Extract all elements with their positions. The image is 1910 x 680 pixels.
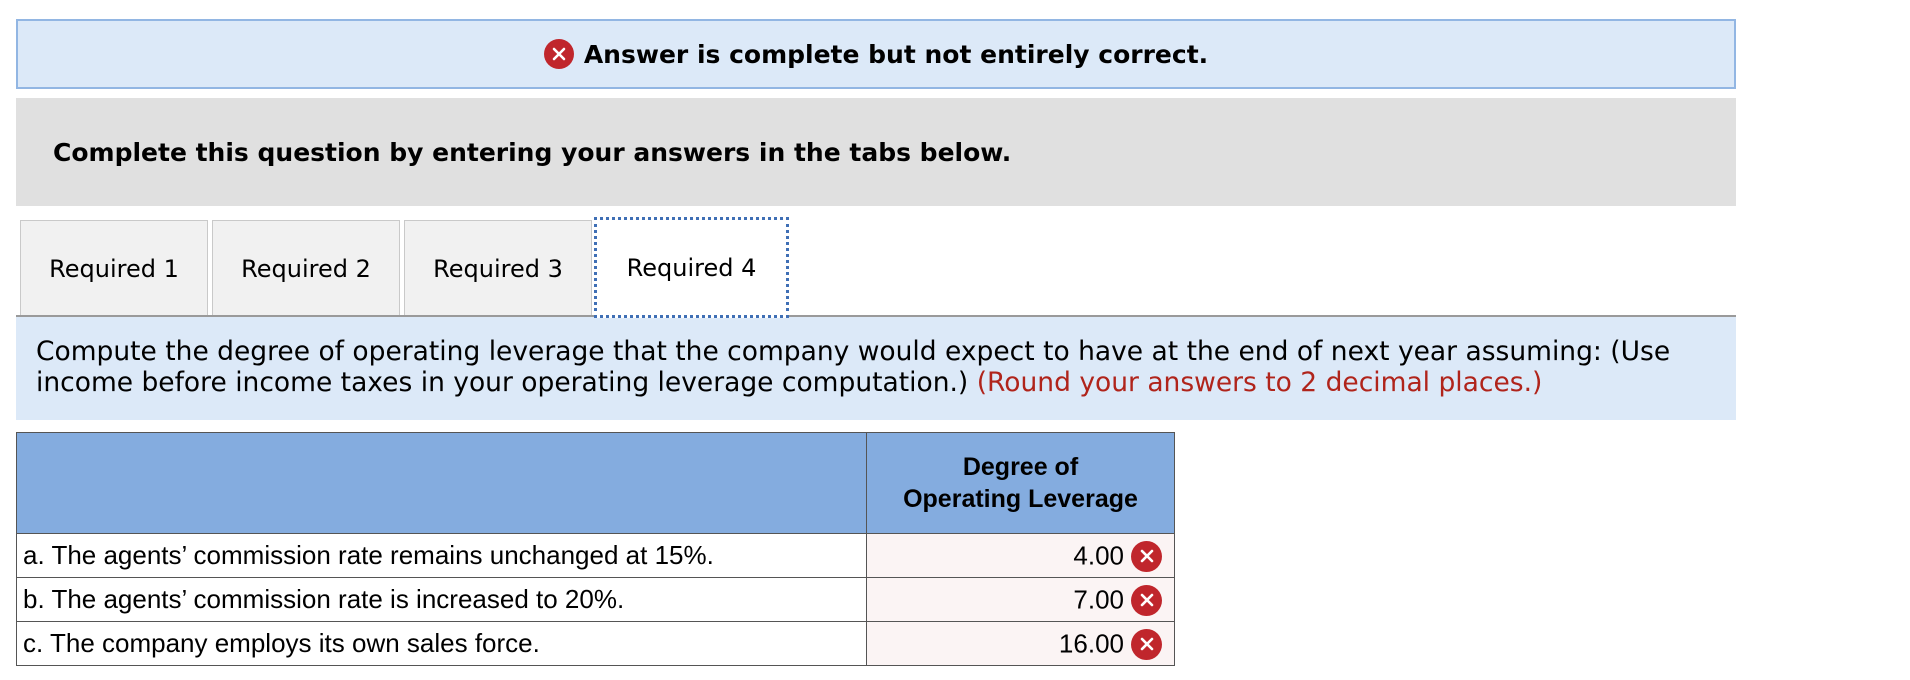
tab-required-2[interactable]: Required 2 <box>212 220 400 316</box>
answer-value: 4.00 <box>1073 540 1124 571</box>
answer-cell[interactable]: 16.00 <box>866 621 1175 666</box>
header-line-1: Degree of <box>962 453 1079 481</box>
answer-cell[interactable]: 7.00 <box>866 577 1175 622</box>
table-row: c. The company employs its own sales for… <box>16 621 1175 666</box>
x-circle-icon <box>1131 540 1162 572</box>
answer-value: 7.00 <box>1073 584 1124 615</box>
tab-label: Required 2 <box>241 254 371 283</box>
header-line-2: Operating Leverage <box>903 485 1138 513</box>
x-circle-icon <box>1131 584 1162 616</box>
result-banner: Answer is complete but not entirely corr… <box>16 19 1736 89</box>
table-row: b. The agents’ commission rate is increa… <box>16 577 1175 622</box>
table-row: a. The agents’ commission rate remains u… <box>16 533 1175 578</box>
rounding-note: (Round your answers to 2 decimal places.… <box>976 367 1543 398</box>
tab-required-1[interactable]: Required 1 <box>20 220 208 316</box>
row-label: c. The company employs its own sales for… <box>16 621 867 666</box>
question-panel: Compute the degree of operating leverage… <box>16 317 1736 420</box>
table-header-row: Degree of Operating Leverage <box>16 432 1175 534</box>
x-circle-icon <box>543 39 574 69</box>
tab-required-3[interactable]: Required 3 <box>404 220 592 316</box>
result-message: Answer is complete but not entirely corr… <box>583 39 1209 69</box>
header-empty-cell <box>16 432 867 534</box>
answer-value: 16.00 <box>1058 628 1124 659</box>
page: Answer is complete but not entirely corr… <box>0 0 1910 680</box>
leverage-table: Degree of Operating Leverage a. The agen… <box>16 432 1175 666</box>
tab-label: Required 1 <box>49 254 179 283</box>
tab-required-4[interactable]: Required 4 <box>594 217 789 318</box>
tab-label: Required 3 <box>433 254 563 283</box>
answer-cell[interactable]: 4.00 <box>866 533 1175 578</box>
tab-label: Required 4 <box>626 253 757 282</box>
instruction-text: Complete this question by entering your … <box>53 137 1012 167</box>
instruction-panel: Complete this question by entering your … <box>16 98 1736 206</box>
row-label: b. The agents’ commission rate is increa… <box>16 577 867 622</box>
row-label: a. The agents’ commission rate remains u… <box>16 533 867 578</box>
x-circle-icon <box>1131 628 1162 660</box>
column-header-dol: Degree of Operating Leverage <box>866 432 1175 534</box>
